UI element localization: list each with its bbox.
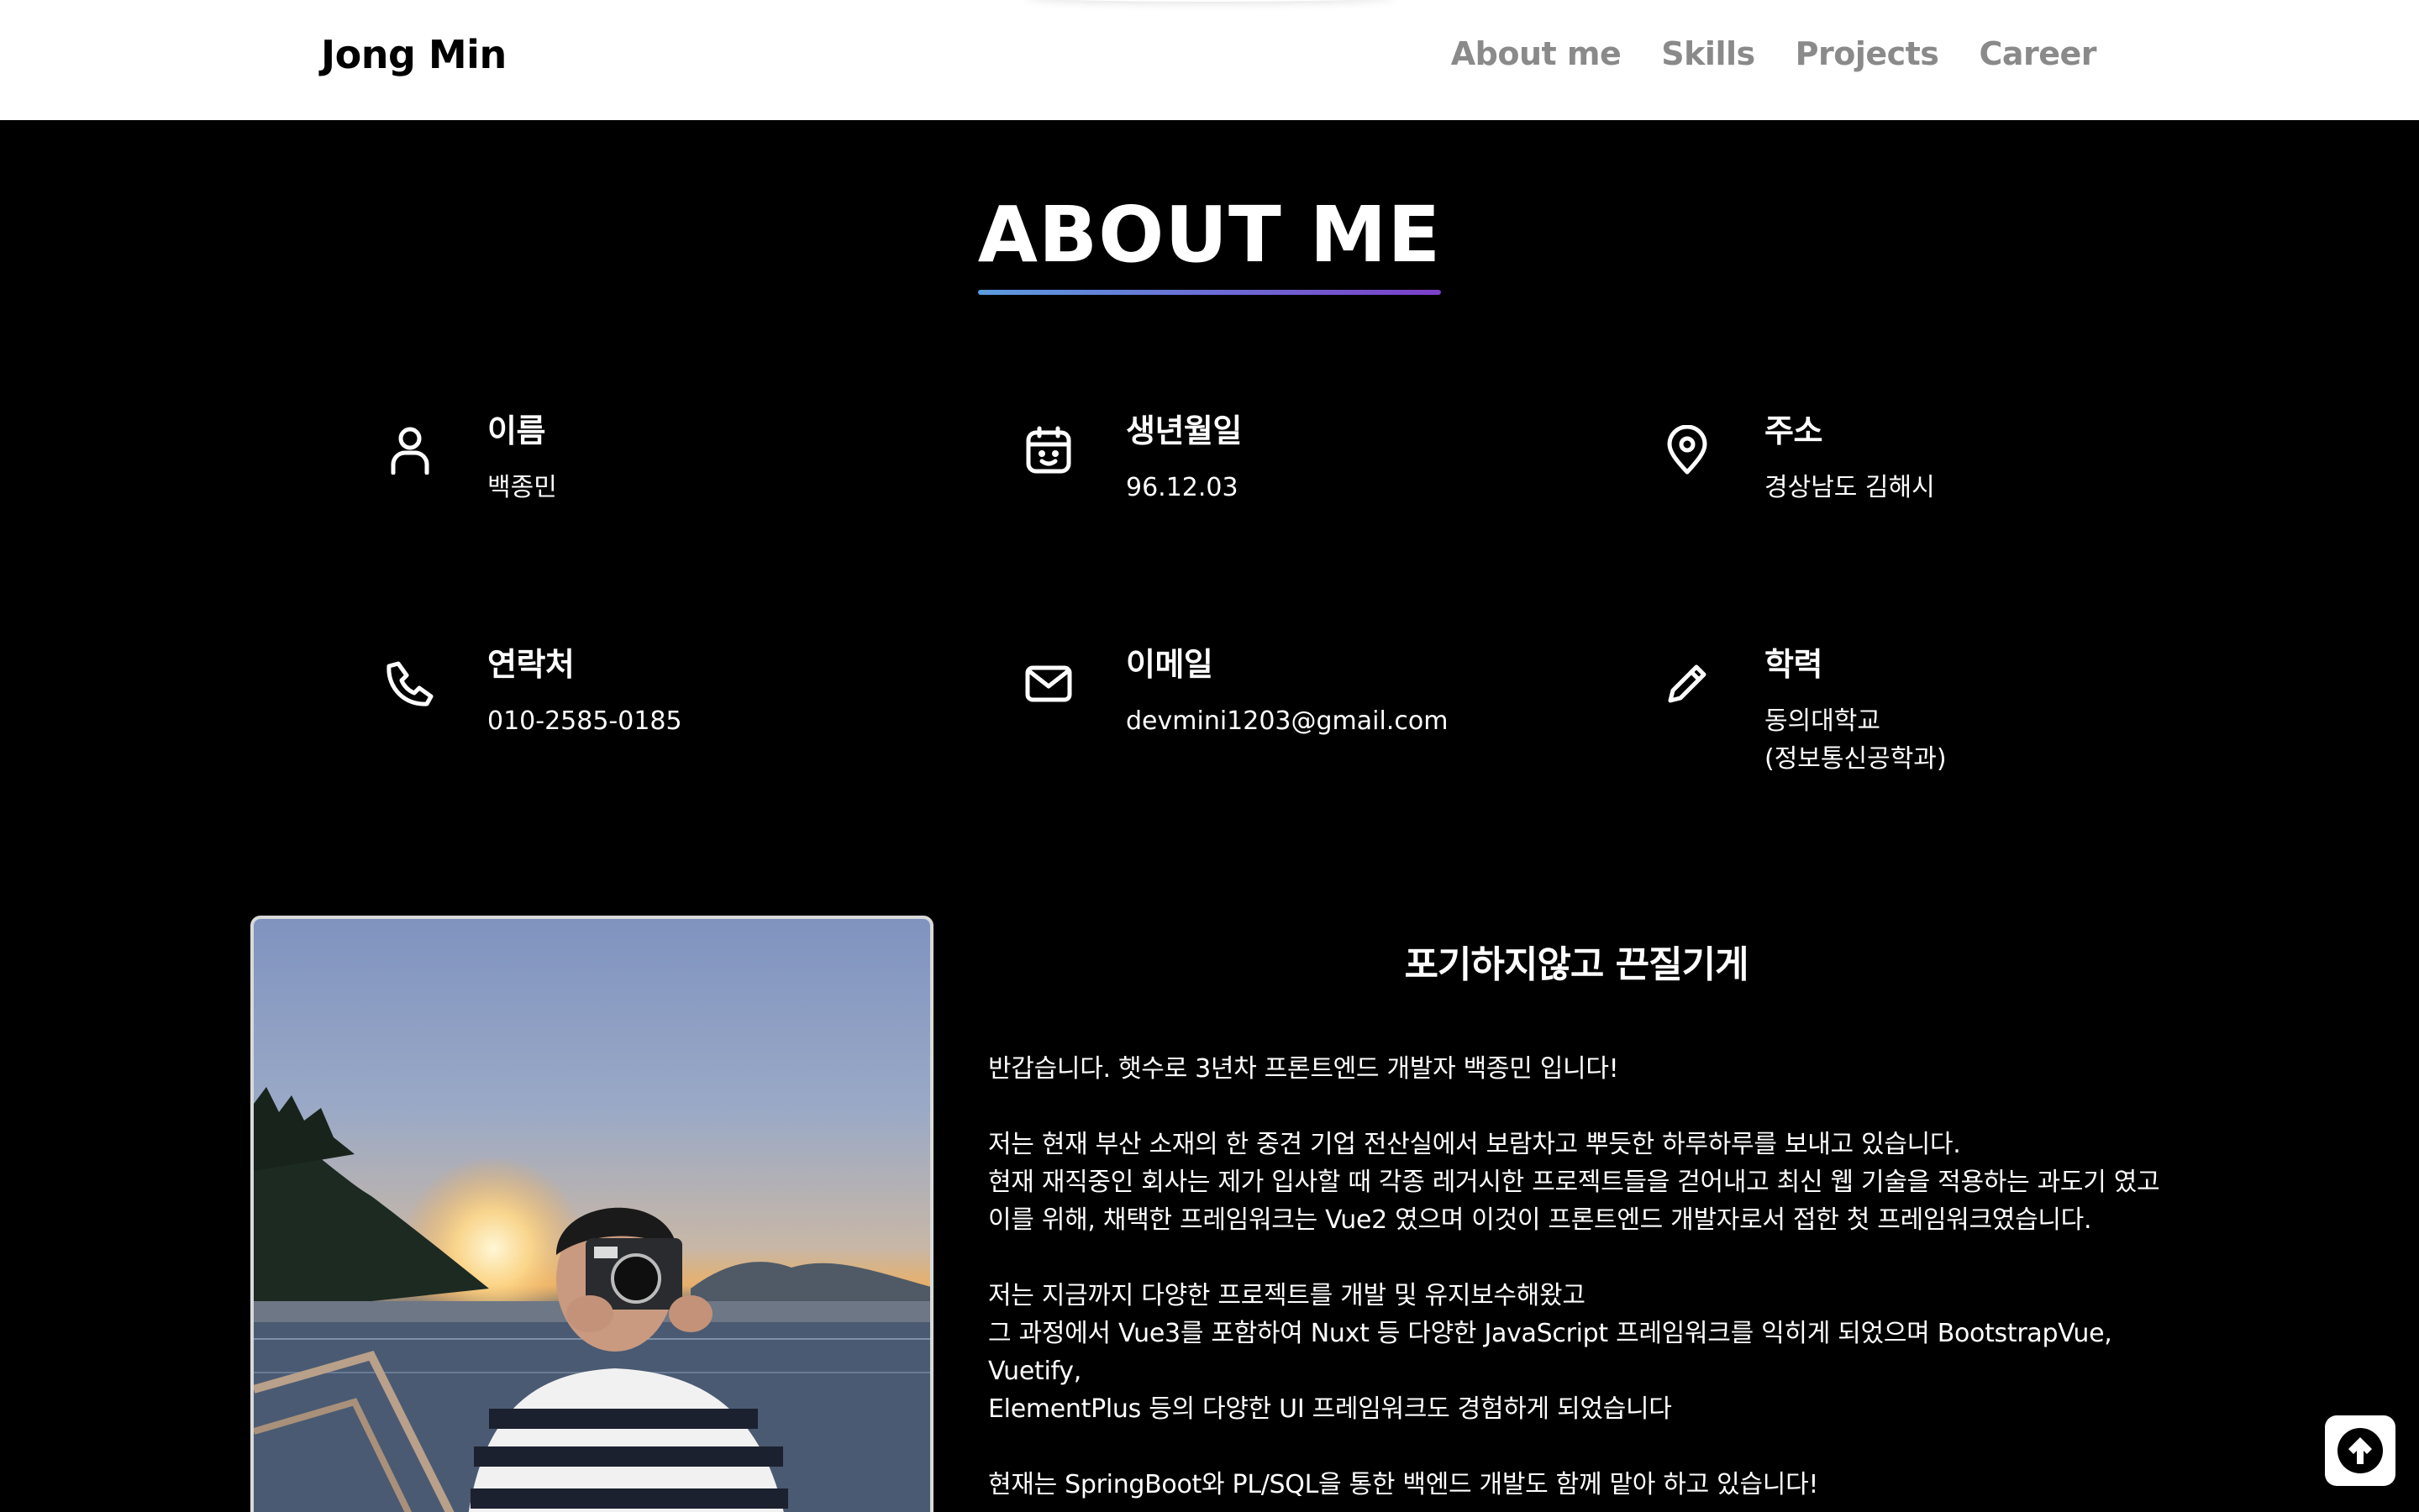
header-shadow xyxy=(1025,0,1395,2)
nav-career[interactable]: Career xyxy=(1979,35,2096,72)
intro-line: 저는 지금까지 다양한 프로젝트를 개발 및 유지보수해왔고 xyxy=(988,1281,1585,1310)
info-value: 010-2585-0185 xyxy=(487,706,682,736)
nav-skills[interactable]: Skills xyxy=(1661,35,1755,72)
top-nav-bar: Jong Min About me Skills Projects Career xyxy=(0,0,2419,120)
info-label: 이름 xyxy=(487,412,545,449)
intro-line: 이를 위해, 채택한 프레임워크는 Vue2 였으며 이것이 프론트엔드 개발자… xyxy=(988,1205,2092,1235)
nav-about-me[interactable]: About me xyxy=(1451,35,1622,72)
location-pin-icon xyxy=(1662,425,1712,475)
info-value: devmini1203@gmail.com xyxy=(1126,706,1449,736)
info-item-email: 이메일 devmini1203@gmail.com xyxy=(1023,645,1448,740)
intro-line: 현재 재직중인 회사는 제가 입사할 때 각종 레거시한 프로젝트들을 걷어내고… xyxy=(988,1168,2160,1197)
info-value: 96.12.03 xyxy=(1126,473,1238,502)
nav-projects[interactable]: Projects xyxy=(1796,35,1939,72)
intro-paragraph: 저는 지금까지 다양한 프로젝트를 개발 및 유지보수해왔고 그 과정에서 Vu… xyxy=(988,1277,2181,1428)
info-item-birthdate: 생년월일 96.12.03 xyxy=(1023,412,1242,507)
brand-logo[interactable]: Jong Min xyxy=(321,32,507,77)
arrow-up-circle-icon xyxy=(2337,1428,2383,1473)
section-header: ABOUT ME xyxy=(0,190,2419,295)
intro-text: 반갑습니다. 햇수로 3년차 프론트엔드 개발자 백종민 입니다! 저는 현재 … xyxy=(988,1050,2181,1512)
info-value: 백종민 xyxy=(487,473,557,502)
intro-paragraph: 현재는 SpringBoot와 PL/SQL을 통한 백엔드 개발도 함께 맡아… xyxy=(988,1466,2181,1504)
section-title: ABOUT ME xyxy=(977,190,1442,295)
calendar-icon xyxy=(1023,425,1074,475)
info-label: 이메일 xyxy=(1126,646,1213,683)
info-label: 주소 xyxy=(1764,412,1822,449)
title-underline xyxy=(977,290,1442,295)
section-title-text: ABOUT ME xyxy=(977,190,1442,280)
info-item-name: 이름 백종민 xyxy=(385,412,557,507)
pencil-icon xyxy=(1662,659,1712,709)
intro-paragraph: 반갑습니다. 햇수로 3년차 프론트엔드 개발자 백종민 입니다! xyxy=(988,1050,2181,1088)
intro-line: 반갑습니다. 햇수로 3년차 프론트엔드 개발자 백종민 입니다! xyxy=(988,1054,1619,1084)
info-item-address: 주소 경상남도 김해시 xyxy=(1662,412,1935,507)
info-item-phone: 연락처 010-2585-0185 xyxy=(385,645,682,740)
info-value: 동의대학교 (정보통신공학과) xyxy=(1764,706,1947,774)
person-icon xyxy=(385,425,435,475)
info-item-education: 학력 동의대학교 (정보통신공학과) xyxy=(1662,645,1947,778)
info-label: 생년월일 xyxy=(1126,412,1242,449)
slogan-heading: 포기하지않고 끈질기게 xyxy=(1404,943,1749,986)
profile-photo xyxy=(250,916,933,1512)
scroll-to-top-button[interactable] xyxy=(2325,1415,2395,1486)
info-label: 학력 xyxy=(1764,646,1822,683)
info-value: 경상남도 김해시 xyxy=(1764,473,1935,502)
intro-line: 현재는 SpringBoot와 PL/SQL을 통한 백엔드 개발도 함께 맡아… xyxy=(988,1470,1819,1499)
phone-icon xyxy=(385,659,435,709)
info-label: 연락처 xyxy=(487,646,575,683)
intro-line: 저는 현재 부산 소재의 한 중견 기업 전산실에서 보람차고 뿌듯한 하루하루… xyxy=(988,1130,1961,1159)
intro-line: ElementPlus 등의 다양한 UI 프레임워크도 경험하게 되었습니다 xyxy=(988,1394,1672,1424)
intro-line: 그 과정에서 Vue3를 포함하여 Nuxt 등 다양한 JavaScript … xyxy=(988,1319,2112,1386)
mail-icon xyxy=(1023,659,1074,709)
intro-paragraph: 저는 현재 부산 소재의 한 중견 기업 전산실에서 보람차고 뿌듯한 하루하루… xyxy=(988,1126,2181,1239)
nav-menu: About me Skills Projects Career xyxy=(1451,35,2097,72)
